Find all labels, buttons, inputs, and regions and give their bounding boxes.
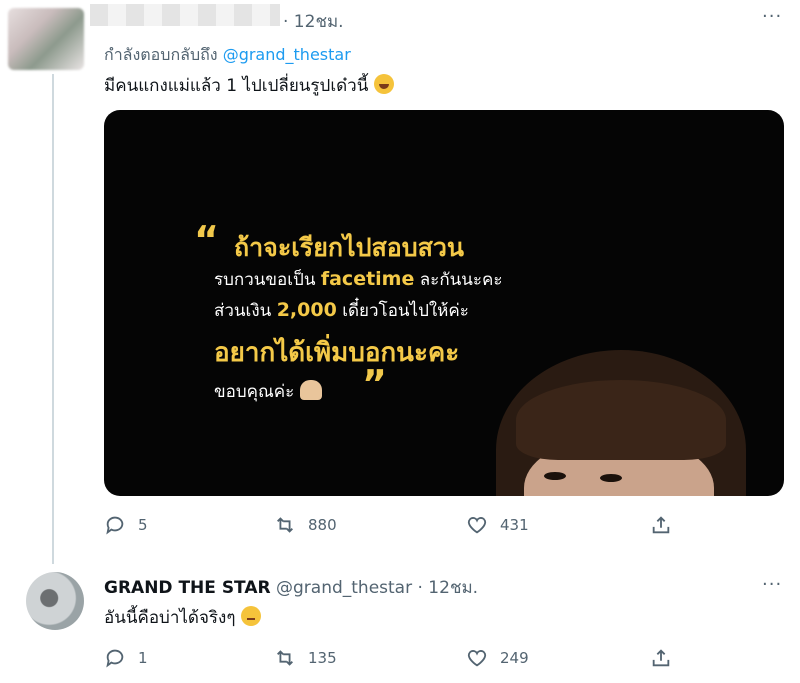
retweet-count: 135 (308, 649, 337, 667)
media-line-2: รบกวนขอเป็น facetime ละกันนะคะ (214, 268, 503, 290)
tweet-time[interactable]: · 12ชม. (283, 8, 344, 35)
reply-icon (106, 649, 124, 668)
tweet-actions: 5 880 431 (104, 514, 674, 540)
avatar[interactable] (26, 572, 84, 630)
tweet-text-content: มีคนแกงแม่แล้ว 1 ไปเปลี่ยนรูปเด๋วนี้ (104, 76, 369, 96)
media-line-3: ส่วนเงิน 2,000 เดี๋ยวโอนไปให้ค่ะ (214, 299, 469, 321)
more-options-icon[interactable]: ··· (762, 574, 782, 595)
reply-count: 5 (138, 516, 148, 534)
open-quote: “ (194, 218, 219, 262)
like-button[interactable]: 431 (466, 514, 529, 536)
reply-button[interactable]: 5 (104, 514, 148, 536)
woman-eye (544, 472, 566, 480)
reply-icon (106, 516, 124, 535)
replying-prefix: กำลังตอบกลับถึง (104, 45, 218, 64)
close-quote: ” (362, 362, 387, 406)
replying-to: กำลังตอบกลับถึง @grand_thestar (104, 43, 351, 68)
share-button[interactable] (650, 647, 672, 669)
tweet-text: มีคนแกงแม่แล้ว 1 ไปเปลี่ยนรูปเด๋วนี้ (104, 72, 395, 99)
tweet-actions: 1 135 249 (104, 647, 674, 673)
share-icon (652, 516, 670, 534)
user-handle[interactable]: @grand_thestar (276, 578, 412, 598)
retweet-button[interactable]: 880 (274, 514, 337, 536)
like-count: 431 (500, 516, 529, 534)
pensive-face-icon (241, 606, 262, 626)
share-icon (652, 649, 670, 667)
reply-count: 1 (138, 649, 148, 667)
thread-connector (52, 74, 54, 564)
tweet-text-content: อันนี้คือบ่าได้จริงๆ (104, 608, 236, 628)
avatar[interactable] (8, 8, 84, 70)
share-button[interactable] (650, 514, 672, 536)
heart-icon (467, 517, 487, 534)
reply-button[interactable]: 1 (104, 647, 148, 669)
tweet-time[interactable]: · 12ชม. (418, 578, 479, 598)
like-button[interactable]: 249 (466, 647, 529, 669)
retweet-button[interactable]: 135 (274, 647, 337, 669)
tweet-author: GRAND THE STAR @grand_thestar · 12ชม. (104, 574, 478, 601)
media-line-4: อยากได้เพิ่มบอกนะคะ (214, 338, 460, 368)
reply-mention-link[interactable]: @grand_thestar (223, 45, 351, 64)
heart-icon (467, 650, 487, 667)
blurred-author-name (90, 4, 280, 26)
woman-bangs (516, 380, 726, 460)
retweet-icon (277, 517, 293, 533)
media-line-1: ถ้าจะเรียกไปสอบสวน (234, 233, 464, 262)
media-line-5: ขอบคุณค่ะ (214, 378, 323, 405)
woman-eye (600, 474, 622, 482)
folded-hands-icon (300, 380, 323, 400)
display-name[interactable]: GRAND THE STAR (104, 578, 271, 598)
more-options-icon[interactable]: ··· (762, 6, 782, 27)
rolling-on-floor-laughing-icon (374, 74, 395, 94)
tweet-media-image[interactable]: “ ถ้าจะเรียกไปสอบสวน รบกวนขอเป็น facetim… (104, 110, 784, 496)
like-count: 249 (500, 649, 529, 667)
tweet-text: อันนี้คือบ่าได้จริงๆ (104, 604, 262, 631)
retweet-icon (277, 650, 293, 666)
retweet-count: 880 (308, 516, 337, 534)
